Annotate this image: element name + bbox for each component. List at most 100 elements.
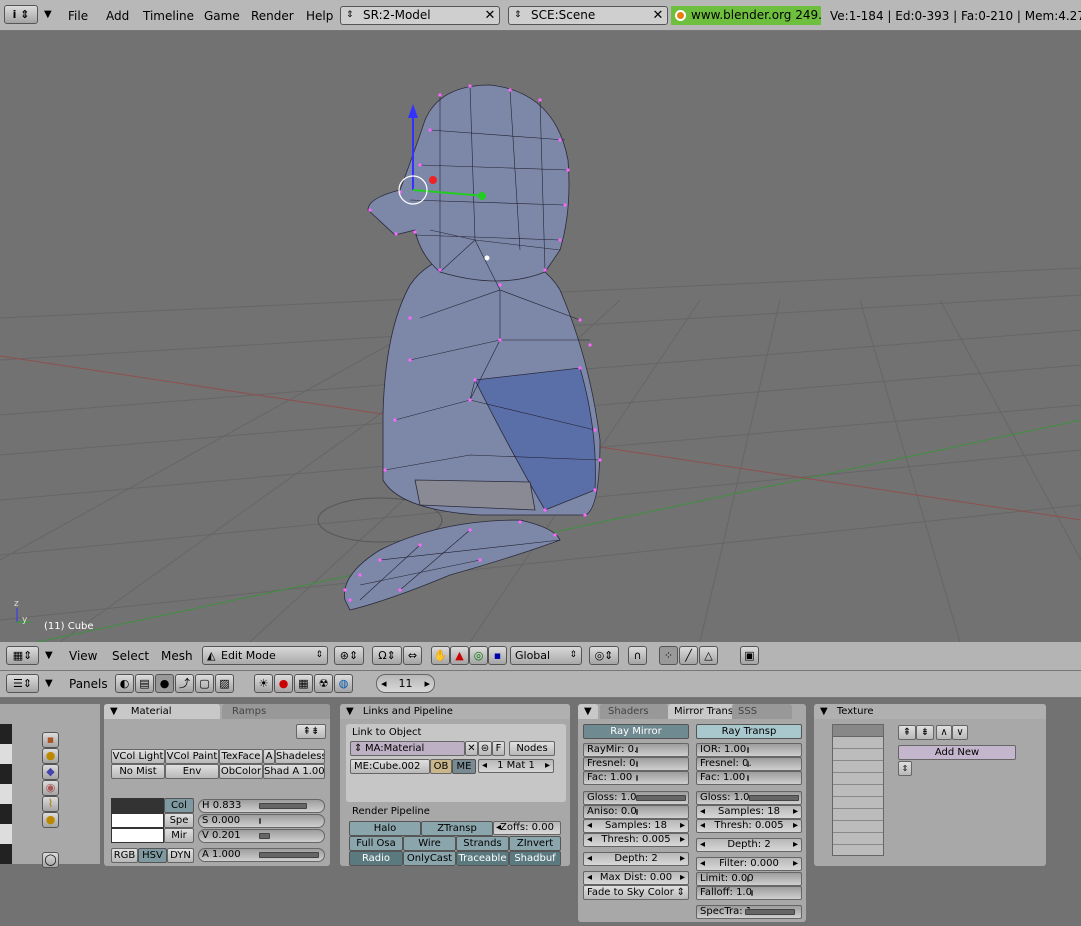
tab-material[interactable]: ▼ Material [104,704,220,719]
menu-mesh[interactable]: Mesh [161,646,193,666]
rgb-toggle[interactable]: RGB [111,848,138,863]
frame-right-arrow[interactable]: ▸ [424,675,430,692]
mode-selector[interactable]: ◭ Edit Mode ⇕ [202,646,328,665]
menu-collapse-icon[interactable]: ▼ [44,5,52,25]
links-pipeline-tab[interactable]: ▼ Links and Pipeline [340,704,570,719]
radio-toggle[interactable]: Radio [349,851,403,866]
buttons-editor-icon[interactable]: ☰⇕ [6,674,39,693]
depth-left-dec[interactable]: ◂ [587,853,592,865]
thresh-right-dec[interactable]: ◂ [700,820,705,832]
gloss-right-slider[interactable]: Gloss: 1.0 [696,791,802,805]
add-new-texture-button[interactable]: Add New [898,745,1016,760]
halo-toggle[interactable]: Halo [349,821,421,836]
mir-button[interactable]: Mir [164,828,194,843]
scene-icon[interactable]: ▨ [215,674,234,693]
preview-hair-icon[interactable]: ⌇ [42,796,59,812]
zoffs-field[interactable]: ◂ Zoffs: 0.00 [493,821,561,835]
falloff-slider[interactable]: Falloff: 1.0 [696,886,802,900]
mesh-datablock[interactable]: ME:Cube.002 [350,759,430,774]
texture-channel[interactable] [833,737,883,749]
ior-slider[interactable]: IOR: 1.00 [696,743,802,757]
fresnel-right-slider[interactable]: Fresnel: 0. [696,757,802,771]
menu-add[interactable]: Add [106,6,129,26]
texture-channel[interactable] [833,761,883,773]
scene-delete-icon[interactable]: ✕ [649,7,667,24]
vcol-light-toggle[interactable]: VCol Light [111,749,165,764]
material-browse[interactable]: ⇕ MA:Material [350,741,465,756]
mat-index[interactable]: ◂ 1 Mat 1 ▸ [478,759,554,773]
vertex-select-icon[interactable]: ⁘ [659,646,678,665]
shadbuf-toggle[interactable]: Shadbuf [509,851,561,866]
menu-select[interactable]: Select [112,646,149,666]
depth-right-field[interactable]: ◂ Depth: 2 ▸ [696,838,802,852]
thresh-left-dec[interactable]: ◂ [587,834,592,846]
blender-url[interactable]: www.blender.org 249.2 [671,6,821,25]
traceable-toggle[interactable]: Traceable [456,851,509,866]
preview-render-icon[interactable]: ◯ [42,852,59,868]
menu-view[interactable]: View [69,646,97,666]
depth-right-dec[interactable]: ◂ [700,839,705,851]
samples-right-inc[interactable]: ▸ [793,806,798,818]
texture-channel[interactable] [833,821,883,833]
onlycast-toggle[interactable]: OnlyCast [403,851,456,866]
editor-type-icon[interactable]: ▦⇕ [6,646,39,665]
preview-sphere-icon[interactable]: ● [42,748,59,764]
face-select-icon[interactable]: △ [699,646,718,665]
a-toggle[interactable]: A [263,749,275,764]
texture-channel[interactable] [833,773,883,785]
samples-right-dec[interactable]: ◂ [700,806,705,818]
nodes-button[interactable]: Nodes [509,741,555,756]
header-collapse-icon[interactable]: ▼ [45,646,53,666]
menu-timeline[interactable]: Timeline [143,6,194,26]
maxdist-inc[interactable]: ▸ [680,872,685,884]
mirror-collapse[interactable]: ▼ [578,704,598,719]
texture-channel[interactable] [833,725,883,737]
dyn-toggle[interactable]: DYN [167,848,194,863]
col-button[interactable]: Col [164,798,194,813]
maxdist-field[interactable]: ◂ Max Dist: 0.00 ▸ [583,871,689,885]
logic-icon[interactable]: ◐ [115,674,134,693]
snap-icon[interactable]: ∩ [628,646,647,665]
obcolor-toggle[interactable]: ObColor [219,764,263,779]
hsv-toggle[interactable]: HSV [138,848,167,863]
depth-left-inc[interactable]: ▸ [680,853,685,865]
scale-icon[interactable]: ▪ [488,646,507,665]
preview-monkey-icon[interactable]: ◉ [42,780,59,796]
wire-toggle[interactable]: Wire [403,836,456,851]
raymir-slider[interactable]: RayMir: 0. [583,743,689,757]
proportional-icon[interactable]: ◎⇕ [589,646,619,665]
ztransp-toggle[interactable]: ZTransp [421,821,493,836]
mir-swatch[interactable] [111,828,164,843]
translate-icon[interactable]: ▲ [450,646,469,665]
texture-down-icon[interactable]: ∨ [952,725,968,740]
object-icon[interactable]: ⤴ [175,674,194,693]
edge-select-icon[interactable]: ╱ [679,646,698,665]
thresh-right-inc[interactable]: ▸ [793,820,798,832]
scene-selector[interactable]: ⇕ SCE:Scene ✕ [508,6,668,25]
shadeless-toggle[interactable]: Shadeless [275,749,325,764]
thresh-left-field[interactable]: ◂ Thresh: 0.005 ▸ [583,833,689,847]
filter-inc[interactable]: ▸ [793,858,798,870]
limit-slider[interactable]: Limit: 0.00 [696,872,802,886]
fac-left-slider[interactable]: Fac: 1.00 [583,771,689,785]
texture-copy-icon[interactable]: ⇞ [898,725,916,740]
env-toggle[interactable]: Env [165,764,219,779]
thresh-left-inc[interactable]: ▸ [680,834,685,846]
mat-right-arrow[interactable]: ▸ [545,760,550,772]
fake-user-button[interactable]: F [492,741,505,756]
texture-channel[interactable] [833,797,883,809]
material-car-icon[interactable]: ⊜ [478,741,492,756]
preview-sky-icon[interactable]: ● [42,812,59,828]
menu-file[interactable]: File [68,6,88,26]
samples-left-inc[interactable]: ▸ [680,820,685,832]
ray-transp-toggle[interactable]: Ray Transp [696,724,802,739]
aniso-slider[interactable]: Aniso: 0.0 [583,805,689,819]
ob-toggle[interactable]: OB [430,759,452,774]
tab-shaders[interactable]: Shaders [600,704,668,719]
menu-render[interactable]: Render [251,6,294,26]
filter-field[interactable]: ◂ Filter: 0.000 ▸ [696,857,802,871]
texture-icon[interactable]: ▦ [294,674,313,693]
info-editor-icon[interactable]: i ⇕ [4,5,38,24]
buttons-collapse-icon[interactable]: ▼ [45,674,53,694]
material-icon[interactable]: ● [274,674,293,693]
